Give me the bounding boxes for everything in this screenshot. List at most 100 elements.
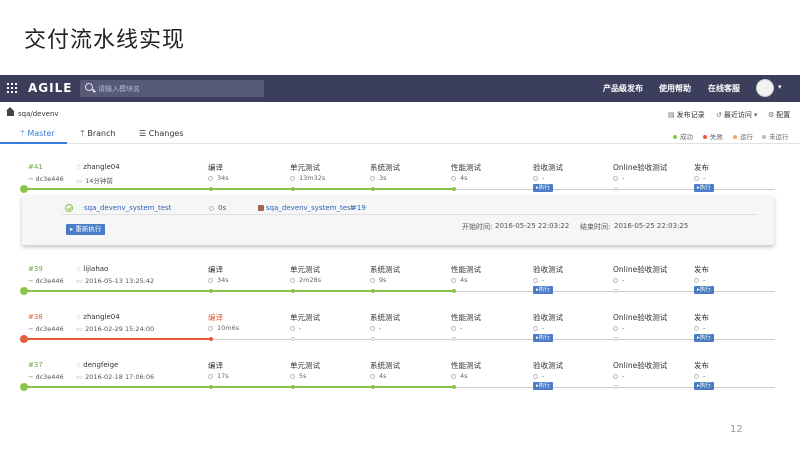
stage-name[interactable]: 单元测试 (290, 264, 320, 275)
build-number[interactable]: #41 (28, 163, 43, 171)
stage-name[interactable]: 性能测试 (451, 162, 481, 173)
stage-name[interactable]: 编译 (208, 360, 223, 371)
app-logo[interactable]: AGILE (28, 81, 72, 95)
stage-node[interactable] (614, 385, 618, 389)
user-avatar[interactable] (756, 79, 774, 97)
stage-name[interactable]: Online验收测试 (613, 264, 667, 275)
stage-node[interactable] (452, 187, 456, 191)
tab-master[interactable]: ᛘ Master (20, 129, 55, 138)
run-stage-button[interactable]: ▸执行 (694, 184, 714, 192)
stage-name[interactable]: 性能测试 (451, 264, 481, 275)
nav-online-support[interactable]: 在线客服 (708, 83, 740, 94)
stage-name[interactable]: 单元测试 (290, 312, 320, 323)
run-stage-button[interactable]: ▸执行 (694, 286, 714, 294)
stage-node[interactable] (614, 187, 618, 191)
trigger-time-value: 2016-02-29 15:24:00 (85, 325, 155, 333)
stage-name[interactable]: 系统测试 (370, 264, 400, 275)
breadcrumb-bar: sqa/devenv ▤ 发布记录 ↺ 最近访问 ▾ ⚙ 配置 (0, 102, 800, 124)
commit-hash-value: dc3e446 (35, 325, 64, 333)
breadcrumb[interactable]: sqa/devenv (18, 110, 59, 118)
tab-branch[interactable]: ᛘ Branch (80, 129, 116, 138)
stage-node[interactable] (371, 337, 375, 341)
commit-hash[interactable]: ⇾ dc3e446 (28, 325, 64, 333)
trigger-time-value: 2016-02-18 17:06:06 (85, 373, 155, 381)
stage-name[interactable]: 性能测试 (451, 312, 481, 323)
stage-name[interactable]: Online验收测试 (613, 312, 667, 323)
stage-name[interactable]: 验收测试 (533, 312, 563, 323)
clock-icon (533, 277, 538, 283)
stage-node[interactable] (371, 187, 375, 191)
stage-name[interactable]: 系统测试 (370, 312, 400, 323)
rerun-button[interactable]: ▸ 重新执行 (66, 224, 106, 235)
stage-node[interactable] (291, 187, 295, 191)
stage-node[interactable] (614, 289, 618, 293)
build-number[interactable]: #37 (28, 361, 43, 369)
nav-product-release[interactable]: 产品级发布 (603, 83, 643, 94)
stage-name[interactable]: 验收测试 (533, 162, 563, 173)
run-stage-button[interactable]: ▸执行 (533, 286, 553, 294)
stage-name[interactable]: 系统测试 (370, 162, 400, 173)
stage-node[interactable] (209, 187, 213, 191)
build-number[interactable]: #38 (28, 313, 43, 321)
stage-node[interactable] (291, 385, 295, 389)
stage-name[interactable]: 发布 (694, 162, 709, 173)
stage-node[interactable] (452, 337, 456, 341)
stage-name[interactable]: 编译 (208, 264, 223, 275)
stage-node[interactable] (452, 289, 456, 293)
stage-duration-value: - (542, 276, 545, 284)
stage-name[interactable]: 编译 (208, 312, 223, 323)
tab-changes[interactable]: ☰ Changes (139, 129, 184, 138)
run-stage-button[interactable]: ▸执行 (694, 382, 714, 390)
commit-hash[interactable]: ⇾ dc3e446 (28, 277, 64, 285)
stage-node[interactable] (209, 337, 213, 341)
stage-name[interactable]: Online验收测试 (613, 162, 667, 173)
stage-duration-value: 4s (460, 276, 468, 284)
trigger-time: ▭ 2016-02-18 17:06:06 (76, 373, 154, 381)
home-icon[interactable] (6, 107, 14, 116)
progress-track-done (22, 338, 210, 340)
clock-icon (613, 373, 618, 379)
stage-name[interactable]: 性能测试 (451, 360, 481, 371)
linked-build-link[interactable]: #19 (351, 204, 366, 212)
stage-name[interactable]: Online验收测试 (613, 360, 667, 371)
chevron-down-icon[interactable]: ▾ (778, 83, 782, 91)
recent-visits-link[interactable]: ↺ 最近访问 ▾ (716, 110, 759, 120)
stage-node[interactable] (209, 289, 213, 293)
publish-log-link[interactable]: ▤ 发布记录 (668, 110, 705, 120)
stage-node[interactable] (209, 385, 213, 389)
job-link[interactable]: sqa_devenv_system_test (84, 204, 171, 212)
stage-name[interactable]: 发布 (694, 264, 709, 275)
stage-duration: - (451, 324, 462, 332)
legend-label: 成功 (680, 133, 693, 141)
nav-help[interactable]: 使用帮助 (659, 83, 691, 94)
stage-name[interactable]: 验收测试 (533, 264, 563, 275)
run-stage-button[interactable]: ▸执行 (533, 334, 553, 342)
stage-duration: 4s (451, 372, 468, 380)
module-search-input[interactable] (98, 80, 258, 97)
clock-icon (694, 175, 699, 181)
legend-dot (733, 135, 737, 139)
run-stage-button[interactable]: ▸执行 (533, 184, 553, 192)
app-grid-icon[interactable] (7, 83, 17, 93)
stage-node[interactable] (452, 385, 456, 389)
stage-node[interactable] (291, 289, 295, 293)
stage-node[interactable] (614, 337, 618, 341)
commit-hash[interactable]: ⇾ dc3e446 (28, 373, 64, 381)
stage-node[interactable] (291, 337, 295, 341)
stage-name[interactable]: 单元测试 (290, 162, 320, 173)
build-number[interactable]: #39 (28, 265, 43, 273)
legend-dot (762, 135, 766, 139)
stage-node[interactable] (371, 289, 375, 293)
stage-name[interactable]: 单元测试 (290, 360, 320, 371)
stage-name[interactable]: 发布 (694, 360, 709, 371)
commit-hash[interactable]: ⇾ dc3e446 (28, 175, 64, 183)
stage-name[interactable]: 编译 (208, 162, 223, 173)
config-link[interactable]: ⚙ 配置 (768, 110, 790, 120)
stage-name[interactable]: 系统测试 (370, 360, 400, 371)
stage-name[interactable]: 验收测试 (533, 360, 563, 371)
stage-node[interactable] (371, 385, 375, 389)
linked-job-link[interactable]: sqa_devenv_system_test (266, 204, 353, 212)
run-stage-button[interactable]: ▸执行 (694, 334, 714, 342)
run-stage-button[interactable]: ▸执行 (533, 382, 553, 390)
stage-name[interactable]: 发布 (694, 312, 709, 323)
